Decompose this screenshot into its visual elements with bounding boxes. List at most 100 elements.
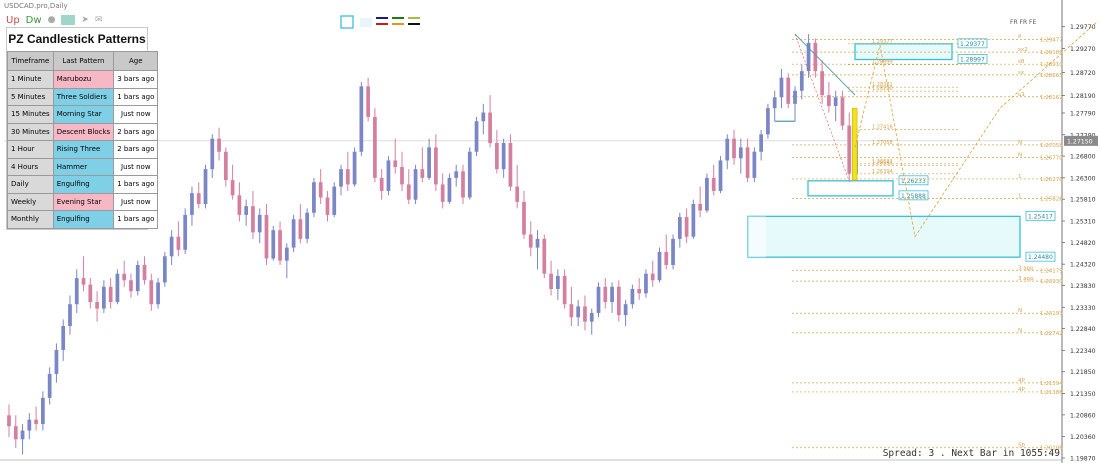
- candle-body[interactable]: [569, 304, 574, 318]
- candle-body[interactable]: [305, 212, 310, 239]
- candle-body[interactable]: [102, 286, 106, 309]
- candle-body[interactable]: [711, 177, 716, 191]
- candle-body[interactable]: [400, 166, 404, 185]
- candle-body[interactable]: [149, 280, 154, 305]
- candle-body[interactable]: [793, 90, 797, 104]
- supply-zone[interactable]: [854, 43, 953, 61]
- candle-body[interactable]: [278, 230, 282, 261]
- candle-body[interactable]: [759, 134, 763, 152]
- candle-body[interactable]: [135, 265, 140, 292]
- candle-body[interactable]: [183, 214, 188, 250]
- candle-body[interactable]: [549, 273, 553, 289]
- candle-body[interactable]: [115, 273, 120, 303]
- candle-body[interactable]: [434, 147, 438, 185]
- candle-body[interactable]: [671, 238, 675, 266]
- candle-body[interactable]: [488, 112, 492, 144]
- candle-body[interactable]: [332, 186, 337, 215]
- candle-body[interactable]: [616, 286, 621, 316]
- candle-body[interactable]: [677, 217, 682, 239]
- candle-body[interactable]: [623, 304, 628, 316]
- candle-body[interactable]: [264, 214, 269, 259]
- candle-body[interactable]: [393, 160, 398, 167]
- candle-body[interactable]: [366, 86, 370, 117]
- candle-body[interactable]: [535, 238, 540, 248]
- candle-body[interactable]: [217, 138, 221, 152]
- candle-body[interactable]: [284, 247, 289, 261]
- candle-body[interactable]: [13, 426, 18, 440]
- candle-body[interactable]: [833, 97, 838, 106]
- candle-body[interactable]: [454, 171, 459, 178]
- candle-body[interactable]: [562, 275, 567, 305]
- candle-body[interactable]: [542, 238, 547, 274]
- candle-body[interactable]: [406, 184, 411, 200]
- candle-body[interactable]: [813, 42, 818, 72]
- candle-body[interactable]: [156, 282, 160, 305]
- candle-body[interactable]: [779, 77, 784, 98]
- candle-body[interactable]: [705, 177, 709, 211]
- candle-body[interactable]: [325, 197, 330, 215]
- candle-body[interactable]: [589, 312, 594, 322]
- candle-body[interactable]: [74, 278, 79, 305]
- candle-body[interactable]: [162, 256, 167, 283]
- candle-body[interactable]: [847, 125, 852, 174]
- drop-icon[interactable]: ●: [48, 15, 56, 25]
- candle-body[interactable]: [27, 419, 32, 431]
- candle-body[interactable]: [345, 169, 350, 185]
- candle-body[interactable]: [176, 236, 181, 250]
- zone-legend-icon[interactable]: [340, 15, 354, 29]
- candle-body[interactable]: [108, 286, 113, 303]
- candle-body[interactable]: [495, 143, 499, 170]
- candle-body[interactable]: [440, 184, 445, 202]
- candle-body[interactable]: [738, 147, 743, 159]
- candle-body[interactable]: [291, 219, 296, 248]
- candle-body[interactable]: [251, 206, 255, 233]
- candle-body[interactable]: [555, 275, 560, 289]
- candle-body[interactable]: [68, 304, 72, 326]
- fill-legend-icon[interactable]: [360, 18, 372, 27]
- supply-zone[interactable]: [807, 180, 894, 197]
- candle-body[interactable]: [244, 206, 249, 215]
- candle-body[interactable]: [339, 169, 343, 187]
- candle-body[interactable]: [515, 186, 520, 202]
- candle-body[interactable]: [576, 306, 581, 318]
- candle-body[interactable]: [88, 284, 93, 303]
- candle-body[interactable]: [583, 306, 587, 322]
- plane-icon[interactable]: ➤: [81, 15, 89, 25]
- candle-body[interactable]: [718, 160, 723, 191]
- candle-body[interactable]: [223, 151, 228, 181]
- candle-body[interactable]: [379, 177, 384, 191]
- candle-body[interactable]: [637, 288, 642, 294]
- candle-body[interactable]: [359, 86, 364, 152]
- candle-body[interactable]: [169, 236, 174, 257]
- candle-body[interactable]: [196, 193, 201, 205]
- candle-body[interactable]: [427, 147, 431, 178]
- candle-body[interactable]: [766, 108, 770, 135]
- candle-body[interactable]: [122, 273, 127, 281]
- candle-body[interactable]: [603, 286, 608, 303]
- candle-body[interactable]: [745, 147, 750, 178]
- candle-body[interactable]: [61, 326, 66, 350]
- candle-body[interactable]: [840, 97, 845, 126]
- candle-body[interactable]: [725, 138, 730, 161]
- candle-body[interactable]: [413, 169, 418, 200]
- candle-body[interactable]: [691, 204, 696, 237]
- candle-body[interactable]: [467, 151, 472, 198]
- candle-body[interactable]: [271, 230, 276, 259]
- candle-body[interactable]: [630, 288, 635, 305]
- candle-body[interactable]: [41, 397, 45, 425]
- candle-body[interactable]: [352, 151, 357, 185]
- candle-body[interactable]: [7, 415, 11, 427]
- candle-body[interactable]: [610, 286, 614, 303]
- candle-body[interactable]: [447, 177, 452, 202]
- candle-body[interactable]: [373, 116, 377, 178]
- candle-body[interactable]: [522, 201, 526, 235]
- candle-body[interactable]: [698, 204, 703, 211]
- candle-body[interactable]: [799, 71, 804, 91]
- envelope-icon[interactable]: ✉: [95, 15, 103, 25]
- candle-body[interactable]: [54, 349, 59, 374]
- candle-body[interactable]: [129, 280, 133, 292]
- candle-body[interactable]: [257, 214, 262, 233]
- candle-body[interactable]: [772, 97, 777, 109]
- candle-body[interactable]: [461, 171, 465, 198]
- candle-body[interactable]: [47, 373, 52, 398]
